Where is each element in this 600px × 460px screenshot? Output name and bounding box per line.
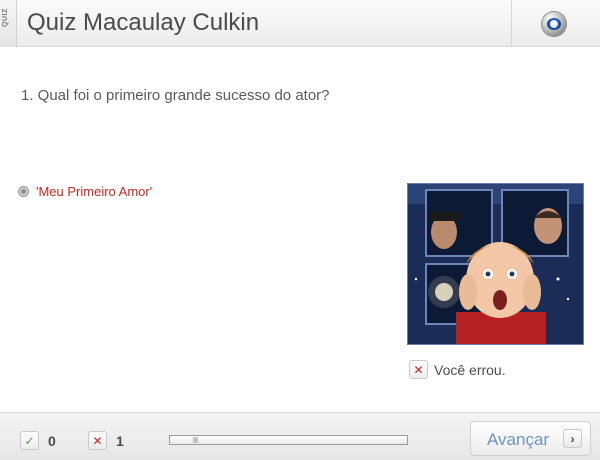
x-icon: ✕ xyxy=(409,360,428,379)
feedback-text: Você errou. xyxy=(434,361,506,378)
answer-option[interactable]: 'Meu Primeiro Amor' xyxy=(19,184,152,199)
x-icon: ✕ xyxy=(88,431,107,450)
answer-label[interactable]: 'Meu Primeiro Amor' xyxy=(36,184,152,199)
next-button[interactable]: Avançar › xyxy=(470,421,591,456)
page-title: Quiz Macaulay Culkin xyxy=(27,9,260,36)
chevron-right-icon[interactable]: › xyxy=(563,429,582,448)
footer-bar: ✓ 0 ✕ 1 Avançar › xyxy=(0,412,600,460)
radio-icon[interactable] xyxy=(19,187,28,196)
quiz-tab-label: QUIZ xyxy=(2,8,9,27)
progress-fill xyxy=(193,437,198,443)
globe-logo-icon xyxy=(542,12,566,36)
next-button-label[interactable]: Avançar xyxy=(487,430,549,450)
movie-poster-image xyxy=(407,183,584,345)
correct-score: ✓ 0 xyxy=(20,431,56,450)
poster-illustration xyxy=(408,184,583,344)
answer-feedback: ✕ Você errou. xyxy=(409,360,506,379)
logo-cell xyxy=(511,0,600,47)
wrong-count: 1 xyxy=(116,432,124,449)
quiz-tab: QUIZ xyxy=(0,0,17,47)
check-icon: ✓ xyxy=(20,431,39,450)
question-text: 1. Qual foi o primeiro grande sucesso do… xyxy=(21,87,330,104)
header-bar: QUIZ Quiz Macaulay Culkin xyxy=(0,0,600,47)
correct-count: 0 xyxy=(48,432,56,449)
wrong-score: ✕ 1 xyxy=(88,431,124,450)
progress-bar xyxy=(169,435,408,445)
